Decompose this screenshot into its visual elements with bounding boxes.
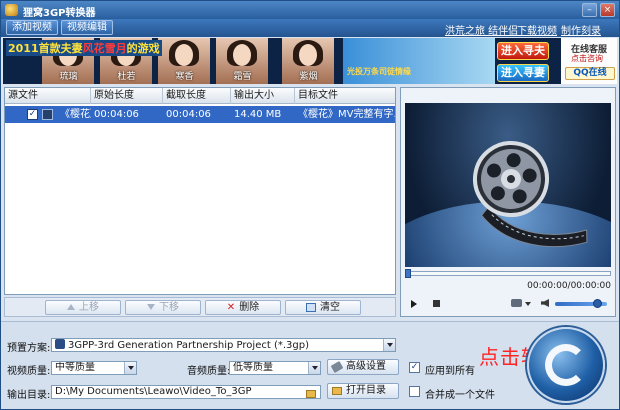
preview-panel: 00:00:00/00:00:00 [400, 87, 616, 317]
volume-handle[interactable] [593, 299, 603, 308]
find-wife-button[interactable]: 进入寻妻 [497, 64, 549, 82]
column-original-length[interactable]: 原始长度 [91, 88, 163, 104]
timecode: 00:00:00/00:00:00 [527, 281, 611, 291]
edit-video-button[interactable]: 视频编辑 [61, 20, 113, 35]
file-list[interactable]: 源文件 原始长度 截取长度 输出大小 目标文件 ✓ 《樱花》... 00:04:… [4, 87, 396, 295]
column-clip-length[interactable]: 截取长度 [163, 88, 231, 104]
audio-quality-select[interactable]: 低等质量 [229, 361, 321, 375]
wrench-icon [330, 361, 344, 373]
delete-button[interactable]: ✕ 删除 [205, 300, 281, 315]
browse-folder-icon[interactable] [306, 390, 316, 398]
phone-icon [55, 339, 65, 349]
delete-icon: ✕ [226, 302, 236, 313]
seek-bar[interactable] [405, 269, 611, 278]
close-button[interactable]: × [600, 3, 615, 17]
convert-icon [545, 344, 587, 386]
folder-icon [332, 387, 342, 395]
cell-clip-length: 00:04:06 [166, 109, 211, 120]
app-logo-icon [5, 4, 18, 16]
arrow-down-icon [147, 304, 155, 310]
chevron-down-icon[interactable] [525, 302, 531, 306]
apply-all-label: 应用到所有 [425, 366, 475, 377]
stop-icon[interactable] [433, 300, 440, 307]
list-header: 源文件 原始长度 截取长度 输出大小 目标文件 [5, 88, 395, 104]
audio-quality-label: 音频质量: [187, 366, 231, 377]
banner-thumb[interactable]: 紫烟 [281, 38, 334, 84]
merge-label: 合并成一个文件 [425, 390, 495, 401]
clear-icon [306, 302, 316, 312]
toolbar: 添加视频 视频编辑 洪荒之旅 结伴侣 下载视频 制作刻录DVD [1, 19, 619, 48]
minimize-button[interactable]: – [582, 3, 597, 17]
video-preview[interactable] [405, 103, 611, 267]
merge-checkbox[interactable] [409, 386, 420, 397]
title-bar: 狸窝3GP转换器 – × [1, 1, 619, 19]
table-row[interactable]: ✓ 《樱花》... 00:04:06 00:04:06 14.40 MB 《樱花… [5, 106, 395, 123]
move-down-button[interactable]: 下移 [125, 300, 201, 315]
arrow-up-icon [67, 304, 75, 310]
add-video-button[interactable]: 添加视频 [6, 20, 58, 35]
preset-select[interactable]: 3GPP-3rd Generation Partnership Project … [51, 338, 396, 352]
game-ad[interactable]: 光投万条司徒情缘 [343, 38, 495, 84]
volume-icon[interactable] [541, 299, 549, 307]
seek-handle[interactable] [405, 269, 411, 278]
cell-original-length: 00:04:06 [94, 109, 139, 120]
move-up-button[interactable]: 上移 [45, 300, 121, 315]
qq-online-button[interactable]: QQ在线 [565, 67, 615, 80]
snapshot-icon[interactable] [511, 299, 522, 307]
row-checkbox[interactable]: ✓ [27, 109, 38, 120]
download-video-link[interactable]: 下载视频 [517, 22, 557, 37]
video-quality-label: 视频质量: [7, 366, 51, 377]
cell-source: 《樱花》... [60, 109, 91, 120]
find-husband-button[interactable]: 进入寻夫 [497, 42, 549, 60]
output-dir-field[interactable]: D:\My Documents\Leawo\Video_To_3GP [51, 385, 321, 399]
cell-output-size: 14.40 MB [234, 109, 282, 120]
preset-label: 预置方案: [7, 343, 51, 354]
film-reel-icon [473, 141, 588, 247]
video-quality-select[interactable]: 中等质量 [51, 361, 137, 375]
banner-caption: 2011首款夫妻风花雪月的游戏 [6, 40, 162, 56]
cell-target: 《樱花》MV完整有字... [298, 109, 395, 120]
online-service[interactable]: 在线客服 点击咨询 QQ在线 [561, 38, 617, 84]
clear-button[interactable]: 清空 [285, 300, 361, 315]
convert-button[interactable] [527, 327, 605, 403]
apply-all-checkbox[interactable]: ✓ [409, 362, 420, 373]
play-icon[interactable] [411, 300, 417, 308]
open-dir-button[interactable]: 打开目录 [327, 383, 399, 399]
banner-thumb[interactable]: 寒香 [157, 38, 210, 84]
list-actions: 上移 下移 ✕ 删除 清空 [4, 297, 396, 317]
video-file-icon [42, 109, 53, 120]
app-window: 狸窝3GP转换器 – × 添加视频 视频编辑 洪荒之旅 结伴侣 下载视频 制作刻… [0, 0, 620, 410]
ad-banner[interactable]: 2011首款夫妻风花雪月的游戏 琉璃 杜若 寒香 霜雪 紫烟 光投万条司徒情缘 … [3, 38, 617, 84]
output-dir-label: 输出目录: [7, 390, 51, 401]
window-title: 狸窝3GP转换器 [23, 8, 96, 19]
advanced-settings-button[interactable]: 高级设置 [327, 359, 399, 375]
column-output-size[interactable]: 输出大小 [231, 88, 295, 104]
column-source[interactable]: 源文件 [5, 88, 91, 104]
partner-link[interactable]: 洪荒之旅 结伴侣 [445, 22, 518, 37]
banner-thumb[interactable]: 霜雪 [215, 38, 268, 84]
column-target[interactable]: 目标文件 [295, 88, 395, 104]
